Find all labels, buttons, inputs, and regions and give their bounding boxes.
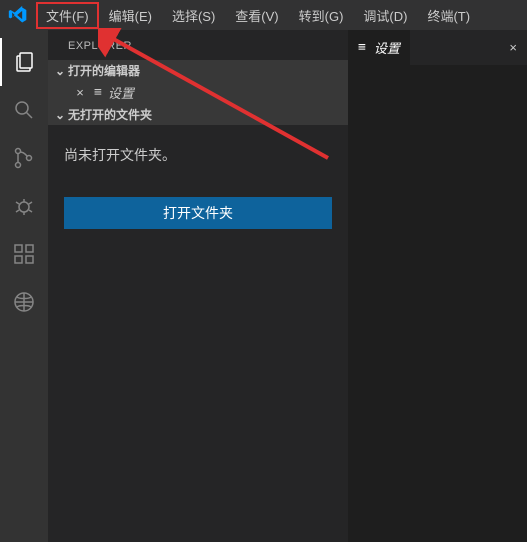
menu-terminal[interactable]: 终端(T) <box>417 2 480 29</box>
debug-icon[interactable] <box>0 182 48 230</box>
search-icon[interactable] <box>0 86 48 134</box>
close-icon[interactable]: × <box>72 85 88 100</box>
section-label: 打开的编辑器 <box>68 62 140 79</box>
settings-icon: ≡ <box>358 40 366 55</box>
open-editor-label: 设置 <box>108 83 134 102</box>
vscode-logo-icon <box>8 5 28 25</box>
no-folder-header[interactable]: ⌄ 无打开的文件夹 <box>48 104 348 125</box>
chevron-down-icon: ⌄ <box>52 108 68 122</box>
extensions-icon[interactable] <box>0 230 48 278</box>
no-folder-message: 尚未打开文件夹。 <box>48 125 348 185</box>
chevron-down-icon: ⌄ <box>52 64 68 78</box>
menu-debug[interactable]: 调试(D) <box>353 2 417 29</box>
menu-goto[interactable]: 转到(G) <box>289 2 354 29</box>
sidebar-title: EXPLORER <box>48 30 348 60</box>
menu-bar: 文件(F) 编辑(E) 选择(S) 查看(V) 转到(G) 调试(D) 终端(T… <box>36 2 480 29</box>
section-label: 无打开的文件夹 <box>68 106 152 123</box>
settings-icon: ≡ <box>94 85 102 100</box>
explorer-icon[interactable] <box>0 38 48 86</box>
menu-view[interactable]: 查看(V) <box>225 2 288 29</box>
tab-bar: ≡ 设置 × <box>348 30 527 65</box>
explorer-sidebar: EXPLORER ⌄ 打开的编辑器 × ≡ 设置 ⌄ 无打开的文件夹 尚未打开文… <box>48 30 348 542</box>
titlebar: 文件(F) 编辑(E) 选择(S) 查看(V) 转到(G) 调试(D) 终端(T… <box>0 0 527 30</box>
open-folder-button[interactable]: 打开文件夹 <box>64 197 332 229</box>
source-control-icon[interactable] <box>0 134 48 182</box>
tab-settings[interactable]: ≡ 设置 <box>348 30 410 65</box>
menu-file[interactable]: 文件(F) <box>36 2 99 29</box>
menu-edit[interactable]: 编辑(E) <box>99 2 162 29</box>
activity-bar <box>0 30 48 542</box>
open-editors-header[interactable]: ⌄ 打开的编辑器 <box>48 60 348 81</box>
menu-select[interactable]: 选择(S) <box>162 2 225 29</box>
open-editor-item[interactable]: × ≡ 设置 <box>48 81 348 104</box>
tab-label: 设置 <box>374 38 400 57</box>
editor-area: ≡ 设置 × <box>348 30 527 542</box>
remote-icon[interactable] <box>0 278 48 326</box>
close-icon[interactable]: × <box>499 40 527 55</box>
